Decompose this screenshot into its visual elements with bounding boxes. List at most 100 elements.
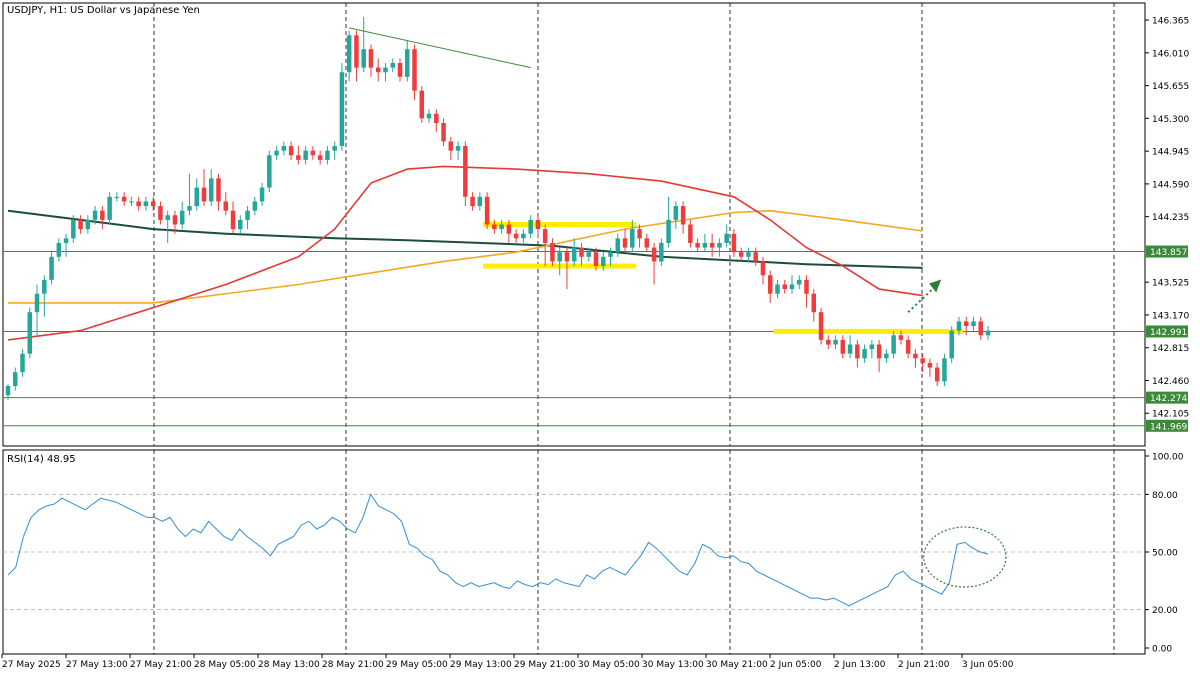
y-tick-label: 145.300	[1152, 115, 1189, 125]
x-tick-label: 2 Jun 13:00	[834, 660, 886, 670]
candle-body	[782, 284, 787, 290]
rsi-tick-label: 80.00	[1152, 491, 1178, 501]
candle-body	[492, 224, 497, 230]
candle-body	[434, 113, 439, 123]
candle-body	[593, 252, 599, 267]
candle-body	[470, 196, 475, 207]
candle-body	[354, 35, 359, 68]
candle-body	[688, 224, 693, 243]
candle-body	[528, 219, 533, 234]
candle-body	[564, 252, 570, 262]
y-tick-label: 143.525	[1152, 279, 1189, 289]
candle-body	[346, 35, 352, 73]
candle-body	[281, 146, 287, 151]
x-tick-label: 27 May 21:00	[130, 660, 192, 670]
y-tick-label: 142.105	[1152, 410, 1189, 420]
candle-body	[666, 219, 671, 243]
candle-body	[724, 233, 729, 243]
x-tick-label: 28 May 05:00	[194, 660, 256, 670]
chart-svg: 27 May 2025 27 May 13:00 27 May 21:00 28 Ma…	[0, 0, 1200, 675]
candle-body	[557, 252, 562, 262]
candle-body	[375, 67, 381, 73]
candle-body	[259, 187, 265, 202]
x-tick-label: 29 May 13:00	[450, 660, 512, 670]
candle-body	[898, 335, 904, 340]
candle-body	[92, 210, 98, 220]
candle-body	[296, 155, 301, 160]
x-tick-label: 30 May 21:00	[706, 660, 768, 670]
candle-body	[310, 150, 316, 156]
candle-body	[484, 196, 490, 225]
candle-body	[499, 224, 504, 230]
candle-body	[165, 215, 170, 220]
candle-body	[651, 247, 657, 262]
rsi-tick-label: 20.00	[1152, 606, 1178, 616]
price-tag-label: 142.274	[1150, 394, 1187, 404]
candle-body	[426, 113, 432, 119]
candle-body	[862, 349, 867, 359]
y-tick-label: 146.010	[1152, 49, 1189, 59]
candle-body	[644, 238, 650, 248]
candle-body	[71, 219, 76, 239]
candle-body	[985, 330, 991, 336]
y-tick-label: 142.460	[1152, 377, 1189, 387]
candle-body	[905, 339, 911, 354]
x-tick-label: 3 Jun 05:00	[962, 660, 1014, 670]
candle-body	[448, 141, 454, 151]
candle-body	[238, 219, 243, 230]
candle-body	[746, 252, 751, 257]
candle-body	[78, 219, 83, 230]
rsi-tick-label: 0.00	[1152, 645, 1172, 655]
candle-body	[49, 256, 54, 280]
candle-body	[717, 242, 722, 248]
candle-body	[405, 49, 410, 77]
candle-body	[738, 252, 744, 257]
x-tick-label: 27 May 13:00	[66, 660, 128, 670]
candle-body	[274, 150, 279, 156]
candle-body	[963, 321, 969, 327]
candle-body	[869, 344, 875, 350]
candle-body	[150, 201, 156, 207]
x-tick-label: 2 Jun 21:00	[898, 660, 950, 670]
candle-body	[34, 293, 40, 313]
candle-body	[252, 201, 258, 211]
candle-body	[615, 238, 621, 253]
candle-body	[637, 229, 642, 239]
y-tick-label: 144.590	[1152, 180, 1189, 190]
x-tick-label: 29 May 05:00	[386, 660, 448, 670]
candle-body	[840, 339, 846, 354]
candle-body	[608, 252, 613, 257]
candle-body	[339, 72, 345, 147]
candle-body	[942, 358, 947, 382]
candle-body	[586, 252, 591, 257]
candle-body	[63, 238, 69, 243]
support-resistance-zone	[773, 328, 963, 334]
candle-body	[804, 279, 809, 294]
candle-body	[920, 358, 925, 363]
candle-body	[245, 210, 250, 220]
price-tag-label: 141.969	[1150, 422, 1187, 432]
candle-body	[361, 49, 366, 68]
candle-body	[5, 386, 11, 396]
candle-body	[934, 367, 940, 382]
candle-body	[121, 196, 127, 202]
candle-body	[216, 178, 221, 202]
candle-body	[811, 293, 817, 313]
support-resistance-zone	[483, 222, 637, 227]
x-tick-label: 30 May 05:00	[578, 660, 640, 670]
candle-body	[187, 206, 192, 211]
x-tick-label: 2 Jun 05:00	[770, 660, 822, 670]
candle-body	[978, 321, 983, 336]
candle-body	[85, 219, 91, 230]
y-tick-label: 144.945	[1152, 148, 1189, 158]
candle-body	[129, 201, 134, 203]
candle-body	[535, 219, 541, 230]
y-tick-label: 143.170	[1152, 311, 1189, 321]
x-tick-label: 28 May 13:00	[258, 660, 320, 670]
rsi-title: RSI(14) 48.95	[7, 454, 76, 465]
y-tick-label: 145.655	[1152, 82, 1189, 92]
candle-body	[855, 344, 860, 359]
y-tick-label: 142.815	[1152, 344, 1189, 354]
chart-window: 27 May 2025 27 May 13:00 27 May 21:00 28 Ma…	[0, 0, 1200, 675]
candle-body	[100, 210, 105, 220]
